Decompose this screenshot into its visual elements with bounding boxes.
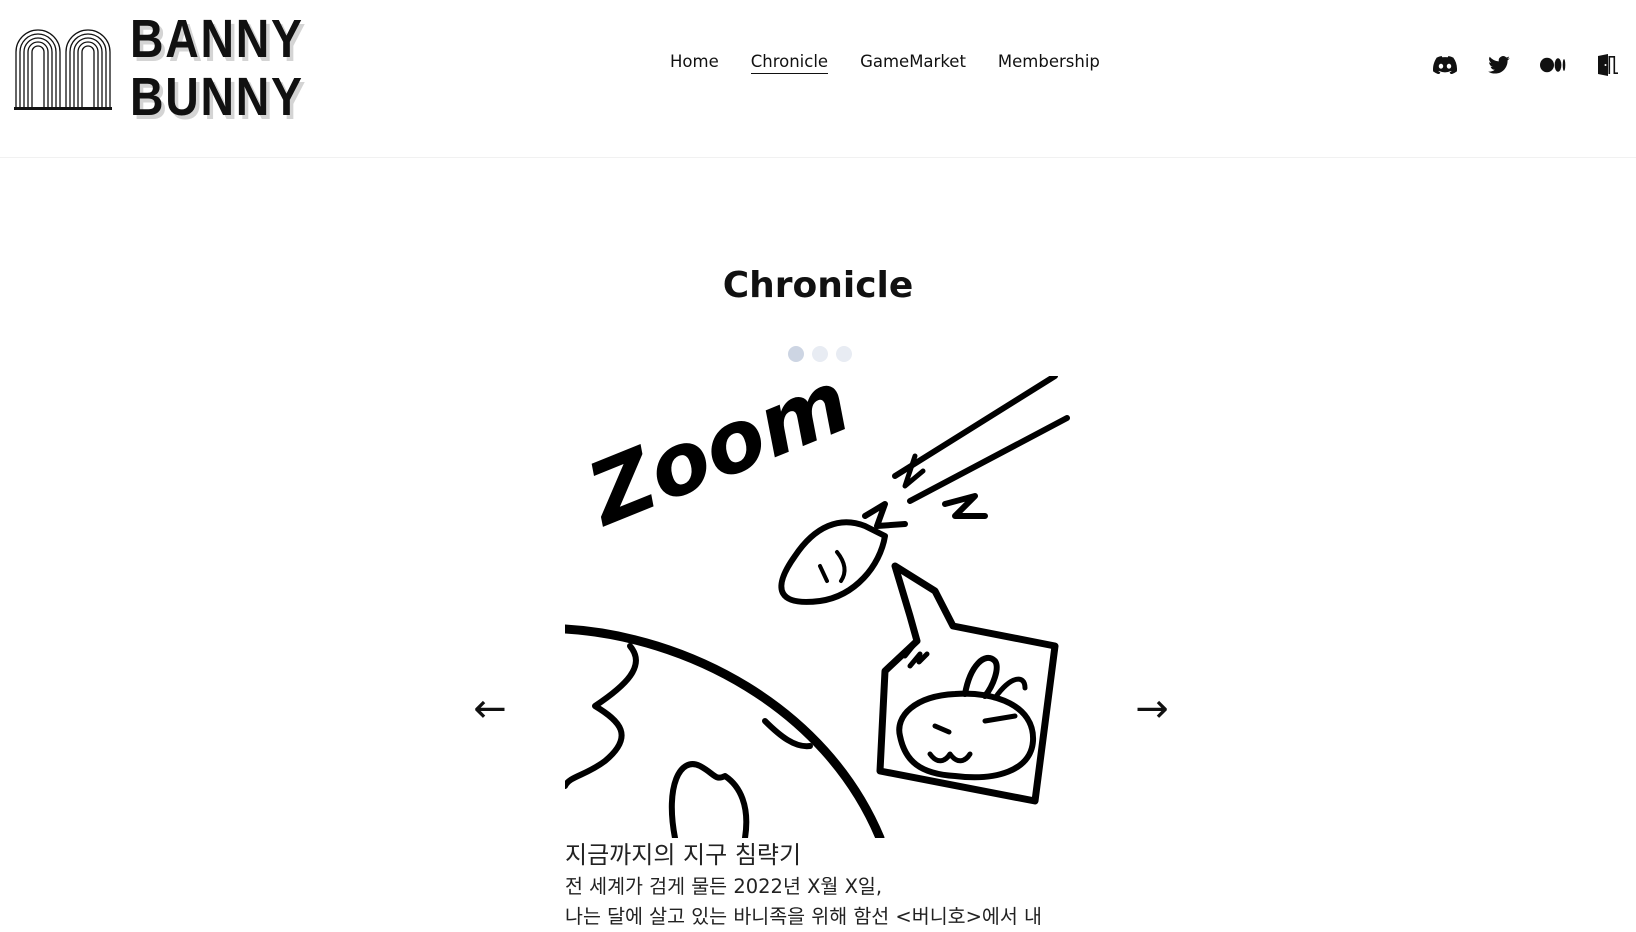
- brand-line-1: BANNY: [130, 9, 304, 69]
- carousel-pagination: [788, 346, 860, 362]
- slide-title: 지금까지의 지구 침략기: [565, 841, 802, 869]
- site-header: BANNY BUNNY Home Chronicle GameMarket Me…: [0, 0, 1636, 158]
- slide-body: 전 세계가 검게 물든 2022년 X월 X일, 나는 달에 살고 있는 바니족…: [565, 872, 1085, 932]
- nav-chronicle[interactable]: Chronicle: [750, 52, 829, 74]
- nav-gamemarket[interactable]: GameMarket: [860, 52, 966, 74]
- nav-membership[interactable]: Membership: [998, 52, 1100, 74]
- carousel-dot-2[interactable]: [812, 346, 828, 362]
- brand-logo[interactable]: BANNY BUNNY: [14, 10, 332, 126]
- brand-wordmark: BANNY BUNNY: [130, 10, 304, 126]
- slide-body-line-2: 나는 달에 살고 있는 바니족을 위해 함선 <버니호>에서 내: [565, 905, 1042, 928]
- door-exit-icon[interactable]: [1592, 52, 1622, 78]
- carousel-dot-3[interactable]: [836, 346, 852, 362]
- rainbow-arch-logo-icon: [14, 29, 112, 110]
- carousel-prev-button[interactable]: ←: [465, 688, 515, 730]
- main-nav: Home Chronicle GameMarket Membership: [670, 52, 1132, 74]
- carousel-next-button[interactable]: →: [1127, 688, 1177, 730]
- medium-icon[interactable]: [1538, 52, 1568, 78]
- carousel-dot-1[interactable]: [788, 346, 804, 362]
- slide-illustration: Zoom: [565, 376, 1071, 838]
- page-title: Chronicle: [722, 265, 914, 306]
- nav-home[interactable]: Home: [670, 52, 719, 74]
- social-links: [1406, 52, 1622, 78]
- slide-body-line-1: 전 세계가 검게 물든 2022년 X월 X일,: [565, 875, 883, 898]
- discord-icon[interactable]: [1430, 52, 1460, 78]
- brand-line-2: BUNNY: [130, 67, 304, 127]
- comic-drawing: Zoom: [565, 376, 1070, 838]
- zoom-text: Zoom: [573, 376, 864, 547]
- twitter-icon[interactable]: [1484, 52, 1514, 78]
- slide-caption: 지금까지의 지구 침략기 전 세계가 검게 물든 2022년 X월 X일, 나는…: [565, 838, 1085, 932]
